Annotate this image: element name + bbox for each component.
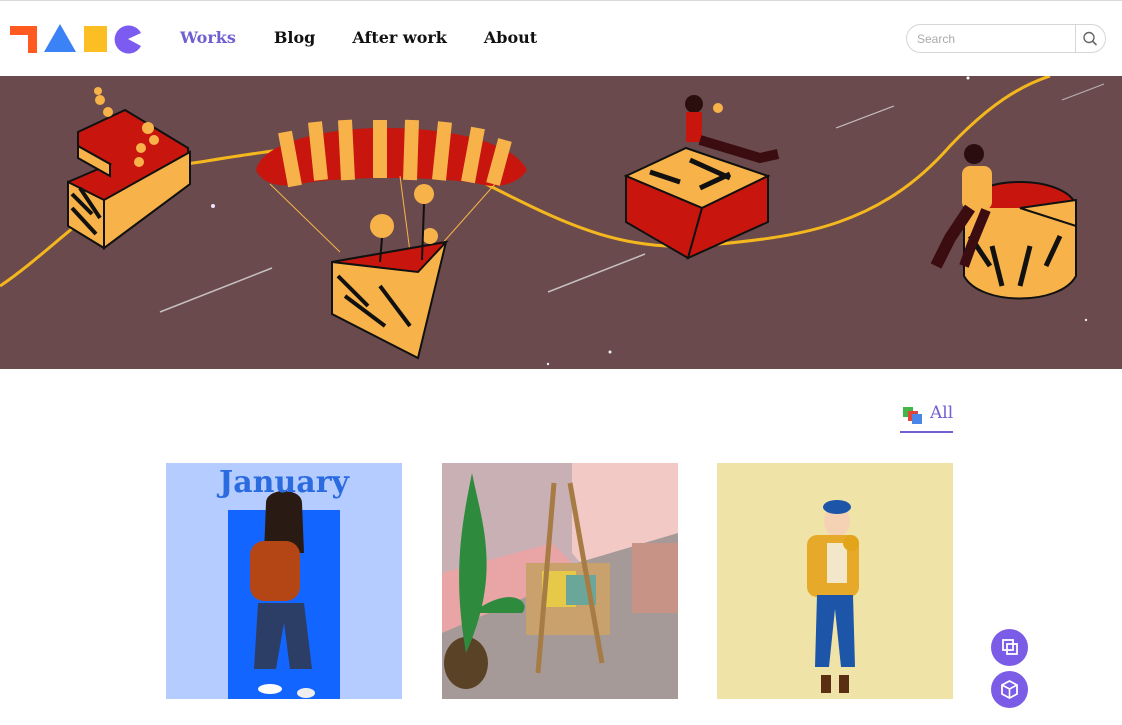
cube-button[interactable] — [991, 671, 1028, 708]
gallery-card-3[interactable] — [717, 463, 953, 699]
nav-works[interactable]: Works — [180, 28, 236, 47]
cube-icon — [1001, 679, 1018, 700]
round-cake-girl — [930, 144, 1077, 300]
gallery-card-2[interactable] — [442, 463, 678, 699]
box-cake-girl — [623, 95, 780, 260]
logo-pacman-icon — [114, 25, 141, 54]
search-button[interactable] — [1075, 25, 1105, 52]
search-box — [906, 24, 1106, 53]
search-input[interactable] — [917, 29, 1077, 49]
logo-rect-icon — [84, 26, 107, 52]
logo-square-icon — [10, 26, 37, 53]
stack-icon — [903, 407, 922, 424]
filter-all-button[interactable]: All — [900, 403, 953, 433]
nav-about[interactable]: About — [484, 28, 537, 47]
hero-banner — [0, 76, 1122, 369]
parachute-cake — [256, 119, 527, 360]
gallery-card-1[interactable]: January — [166, 463, 402, 699]
nav-blog[interactable]: Blog — [274, 28, 315, 47]
card-title: January — [219, 465, 349, 500]
site-header: Works Blog After work About — [0, 1, 1122, 76]
logo-triangle-icon — [44, 24, 76, 52]
layers-icon — [1002, 639, 1018, 655]
nav-after-work[interactable]: After work — [352, 28, 447, 47]
main-nav: Works Blog After work About — [180, 28, 537, 47]
cake-l-shape — [67, 87, 192, 250]
filter-label: All — [930, 403, 954, 423]
easel-illustration — [442, 463, 678, 699]
logo[interactable] — [10, 24, 144, 54]
sunflower-girl-illustration — [717, 463, 953, 699]
layers-button[interactable] — [991, 629, 1028, 666]
hero-illustration — [0, 76, 1105, 366]
search-icon — [1083, 31, 1098, 46]
